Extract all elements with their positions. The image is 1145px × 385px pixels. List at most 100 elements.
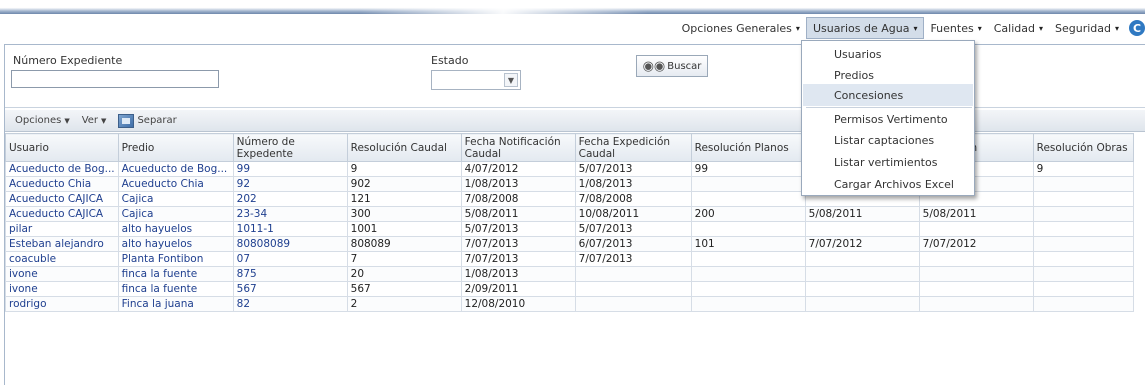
table-cell[interactable]: 92 [232,176,348,192]
column-header[interactable]: Resolución Obras [1032,133,1134,162]
table-cell: 808089 [346,236,462,252]
table-cell[interactable]: finca la fuente [117,281,234,297]
table-cell: 5/07/2013 [574,221,692,237]
dropdown-item-permisos-vertimento[interactable]: Permisos Vertimento [803,108,973,130]
menu-fuentes[interactable]: Fuentes ▾ [924,17,987,39]
column-header[interactable]: Predio [117,133,234,162]
menu-label: Calidad [993,21,1035,35]
search-button-label: Buscar [667,60,702,72]
table-cell [804,281,920,297]
table-cell[interactable]: Acueducto de Bog... [5,161,119,177]
dropdown-item-concesiones[interactable]: Concesiones [803,84,973,106]
expediente-input[interactable] [11,70,219,88]
table-cell[interactable]: alto hayuelos [117,236,234,252]
chevron-down-icon: ▾ [977,23,982,33]
chevron-down-icon: ▾ [913,23,918,33]
table-row[interactable]: ivone finca la fuente 875 20 1/08/2013 [5,266,1134,282]
table-cell: 4/07/2012 [460,161,576,177]
column-header[interactable]: Fecha Notificación Caudal [460,133,576,162]
chevron-down-icon: ▾ [1114,23,1119,33]
estado-select[interactable]: ▼ [431,70,521,90]
table-row[interactable]: Esteban alejandro alto hayuelos 80808089 80… [5,236,1134,252]
table-cell[interactable]: 82 [232,296,348,312]
column-header[interactable]: Resolución Caudal [346,133,462,162]
column-header[interactable]: Número de Expedente [232,133,348,162]
table-cell [918,296,1034,312]
menu-usuarios-de-agua[interactable]: Usuarios de Agua ▾ [805,17,925,39]
table-row[interactable]: coacuble Planta Fontibon 07 7 7/07/2013 7/07/… [5,251,1134,267]
table-cell: 1001 [346,221,462,237]
menu-opciones-generales[interactable]: Opciones Generales ▾ [676,17,806,39]
table-cell[interactable]: 23-34 [232,206,348,222]
table-cell [1032,296,1134,312]
table-cell[interactable]: ivone [5,281,119,297]
table-cell: 300 [346,206,462,222]
table-cell[interactable]: 99 [232,161,348,177]
usuarios-de-agua-dropdown: Usuarios Predios Concesiones Permisos Ve… [801,40,975,196]
menu-label: Usuarios de Agua [812,21,910,35]
table-cell[interactable]: Finca la juana [117,296,234,312]
table-cell[interactable]: Planta Fontibon [117,251,234,267]
ver-label: Ver [81,115,99,126]
table-row[interactable]: pilar alto hayuelos 1011-1 1001 5/07/2013 5/0… [5,221,1134,237]
opciones-menu[interactable]: Opciones ▼ [15,115,70,126]
table-cell [1032,251,1134,267]
table-row[interactable]: ivone finca la fuente 567 567 2/09/2011 [5,281,1134,297]
column-header[interactable]: Fecha Expedición Caudal [574,133,692,162]
table-cell[interactable]: Acueducto Chia [5,176,119,192]
more-menu-icon[interactable]: C [1129,20,1145,36]
table-cell [690,296,806,312]
table-cell[interactable]: 875 [232,266,348,282]
table-cell [690,251,806,267]
table-cell[interactable]: Cajica [117,206,234,222]
separar-button[interactable]: Separar [118,113,177,128]
table-cell[interactable]: ivone [5,266,119,282]
table-cell[interactable]: pilar [5,221,119,237]
table-cell [804,251,920,267]
top-banner [0,0,1145,14]
table-cell [804,266,920,282]
table-cell[interactable]: 202 [232,191,348,207]
table-cell: 7/08/2008 [574,191,692,207]
table-cell [918,281,1034,297]
table-cell[interactable]: Acueducto CAJICA [5,191,119,207]
table-cell[interactable]: alto hayuelos [117,221,234,237]
ver-menu[interactable]: Ver ▼ [82,115,107,126]
table-row[interactable]: Acueducto CAJICA Cajica 23-34 300 5/08/2011 1… [5,206,1134,222]
column-header[interactable]: Usuario [5,133,119,162]
chevron-down-icon: ▾ [1038,23,1043,33]
dropdown-item-predios[interactable]: Predios [803,64,973,86]
table-cell [1032,221,1134,237]
menu-label: Seguridad [1054,21,1111,35]
column-header[interactable]: Resolución Planos [690,133,806,162]
table-cell: 6/07/2013 [574,236,692,252]
menu-calidad[interactable]: Calidad ▾ [988,17,1049,39]
table-cell[interactable]: 80808089 [232,236,348,252]
dropdown-item-listar-vertimientos[interactable]: Listar vertimientos [803,151,973,173]
table-cell[interactable]: Acueducto CAJICA [5,206,119,222]
search-button[interactable]: ◉◉ Buscar [636,55,708,77]
table-cell[interactable]: 07 [232,251,348,267]
table-row[interactable]: rodrigo Finca la juana 82 2 12/08/2010 [5,296,1134,312]
table-cell[interactable]: 1011-1 [232,221,348,237]
dropdown-item-listar-captaciones[interactable]: Listar captaciones [803,129,973,151]
table-cell [690,281,806,297]
table-cell [1032,206,1134,222]
table-cell: 5/08/2011 [918,206,1034,222]
table-cell[interactable]: Acueducto de Bog... [117,161,234,177]
table-cell[interactable]: 567 [232,281,348,297]
menu-seguridad[interactable]: Seguridad ▾ [1049,17,1125,39]
table-cell: 99 [690,161,806,177]
table-cell[interactable]: coacuble [5,251,119,267]
dropdown-item-cargar-archivos-excel[interactable]: Cargar Archivos Excel [803,173,973,195]
table-cell [574,266,692,282]
dropdown-item-usuarios[interactable]: Usuarios [803,43,973,65]
table-cell[interactable]: rodrigo [5,296,119,312]
chevron-down-icon: ▾ [795,23,800,33]
table-cell: 7/07/2012 [804,236,920,252]
table-cell[interactable]: Cajica [117,191,234,207]
table-cell[interactable]: Esteban alejandro [5,236,119,252]
detach-icon [118,113,135,128]
table-cell[interactable]: Acueducto Chia [117,176,234,192]
table-cell[interactable]: finca la fuente [117,266,234,282]
